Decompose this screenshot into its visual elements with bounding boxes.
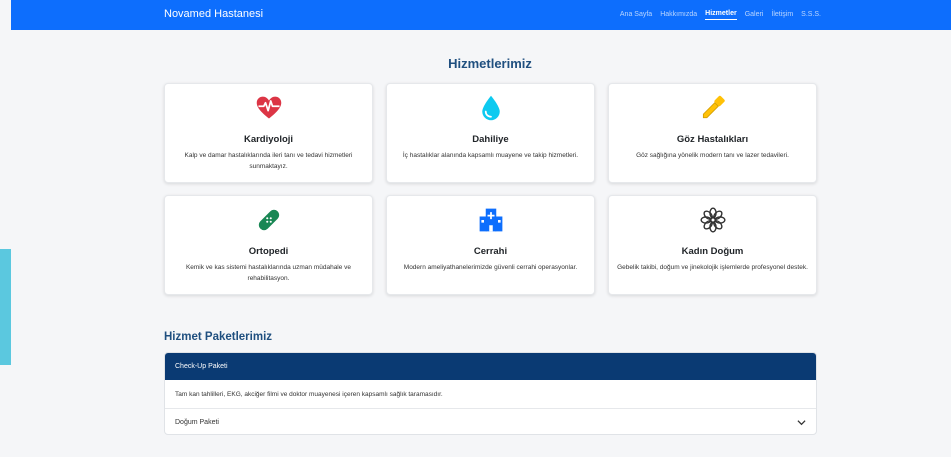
service-card-text: Göz sağlığına yönelik modern tanı ve laz… [636, 152, 789, 159]
accordion-header-label: Check-Up Paketi [175, 363, 228, 370]
chevron-down-icon [796, 418, 806, 428]
left-accent-bar [0, 249, 11, 365]
heart-pulse-icon [165, 94, 372, 124]
service-card-title: Kadın Doğum [681, 246, 744, 257]
navbar: Novamed Hastanesi Ana Sayfa Hakkımızda H… [11, 0, 951, 30]
droplet-icon [387, 94, 594, 124]
bandage-icon [165, 206, 372, 236]
accordion-header-checkup[interactable]: Check-Up Paketi [165, 353, 816, 380]
service-card-text: Modern ameliyathanelerimizde güvenli cer… [403, 264, 578, 271]
nav-link-galeri[interactable]: Galeri [745, 11, 764, 20]
services-title: Hizmetlerimiz [448, 56, 532, 71]
packages-accordion: Check-Up Paketi Tam kan tahlilleri, EKG,… [164, 352, 817, 435]
service-card-cerrahi[interactable]: Cerrahi Modern ameliyathanelerimizde güv… [386, 195, 595, 295]
nav-link-iletisim[interactable]: İletişim [771, 11, 793, 20]
service-card-goz-hastaliklari[interactable]: Göz Hastalıkları Göz sağlığına yönelik m… [608, 83, 817, 183]
accordion-body-checkup: Tam kan tahlilleri, EKG, akciğer filmi v… [165, 380, 816, 409]
flower-icon [609, 206, 816, 236]
hospital-icon [387, 206, 594, 236]
nav-link-hakkimizda[interactable]: Hakkımızda [660, 11, 697, 20]
service-card-title: Dahiliye [472, 134, 509, 145]
nav-link-hizmetler[interactable]: Hizmetler [705, 10, 737, 20]
service-card-dahiliye[interactable]: Dahiliye İç hastalıklar alanında kapsaml… [386, 83, 595, 183]
service-card-ortopedi[interactable]: Ortopedi Kemik ve kas sistemi hastalıkla… [164, 195, 373, 295]
nav-links: Ana Sayfa Hakkımızda Hizmetler Galeri İl… [620, 0, 821, 30]
service-card-title: Kardiyoloji [243, 134, 294, 145]
service-card-text: Gebelik takibi, doğum ve jinekolojik işl… [617, 264, 808, 271]
service-card-kardiyoloji[interactable]: Kardiyoloji Kalp ve damar hastalıklarınd… [164, 83, 373, 183]
accordion-header-dogum[interactable]: Doğum Paketi [165, 409, 816, 434]
service-card-text: Kemik ve kas sistemi hastalıklarında uzm… [185, 264, 352, 282]
service-card-title: Cerrahi [473, 246, 508, 257]
nav-link-sss[interactable]: S.S.S. [801, 11, 821, 20]
packages-title: Hizmet Paketlerimiz [164, 331, 273, 343]
service-card-title: Göz Hastalıkları [676, 134, 749, 145]
service-card-text: Kalp ve damar hastalıklarında ileri tanı… [184, 152, 353, 170]
nav-link-ana-sayfa[interactable]: Ana Sayfa [620, 11, 652, 20]
service-card-title: Ortopedi [248, 246, 289, 257]
eyedropper-icon [609, 94, 816, 124]
service-card-kadin-dogum[interactable]: Kadın Doğum Gebelik takibi, doğum ve jin… [608, 195, 817, 295]
navbar-brand[interactable]: Novamed Hastanesi [164, 8, 263, 20]
accordion-header-label: Doğum Paketi [175, 419, 219, 426]
accordion-body-text: Tam kan tahlilleri, EKG, akciğer filmi v… [175, 390, 443, 398]
service-card-text: İç hastalıklar alanında kapsamlı muayene… [402, 152, 579, 159]
